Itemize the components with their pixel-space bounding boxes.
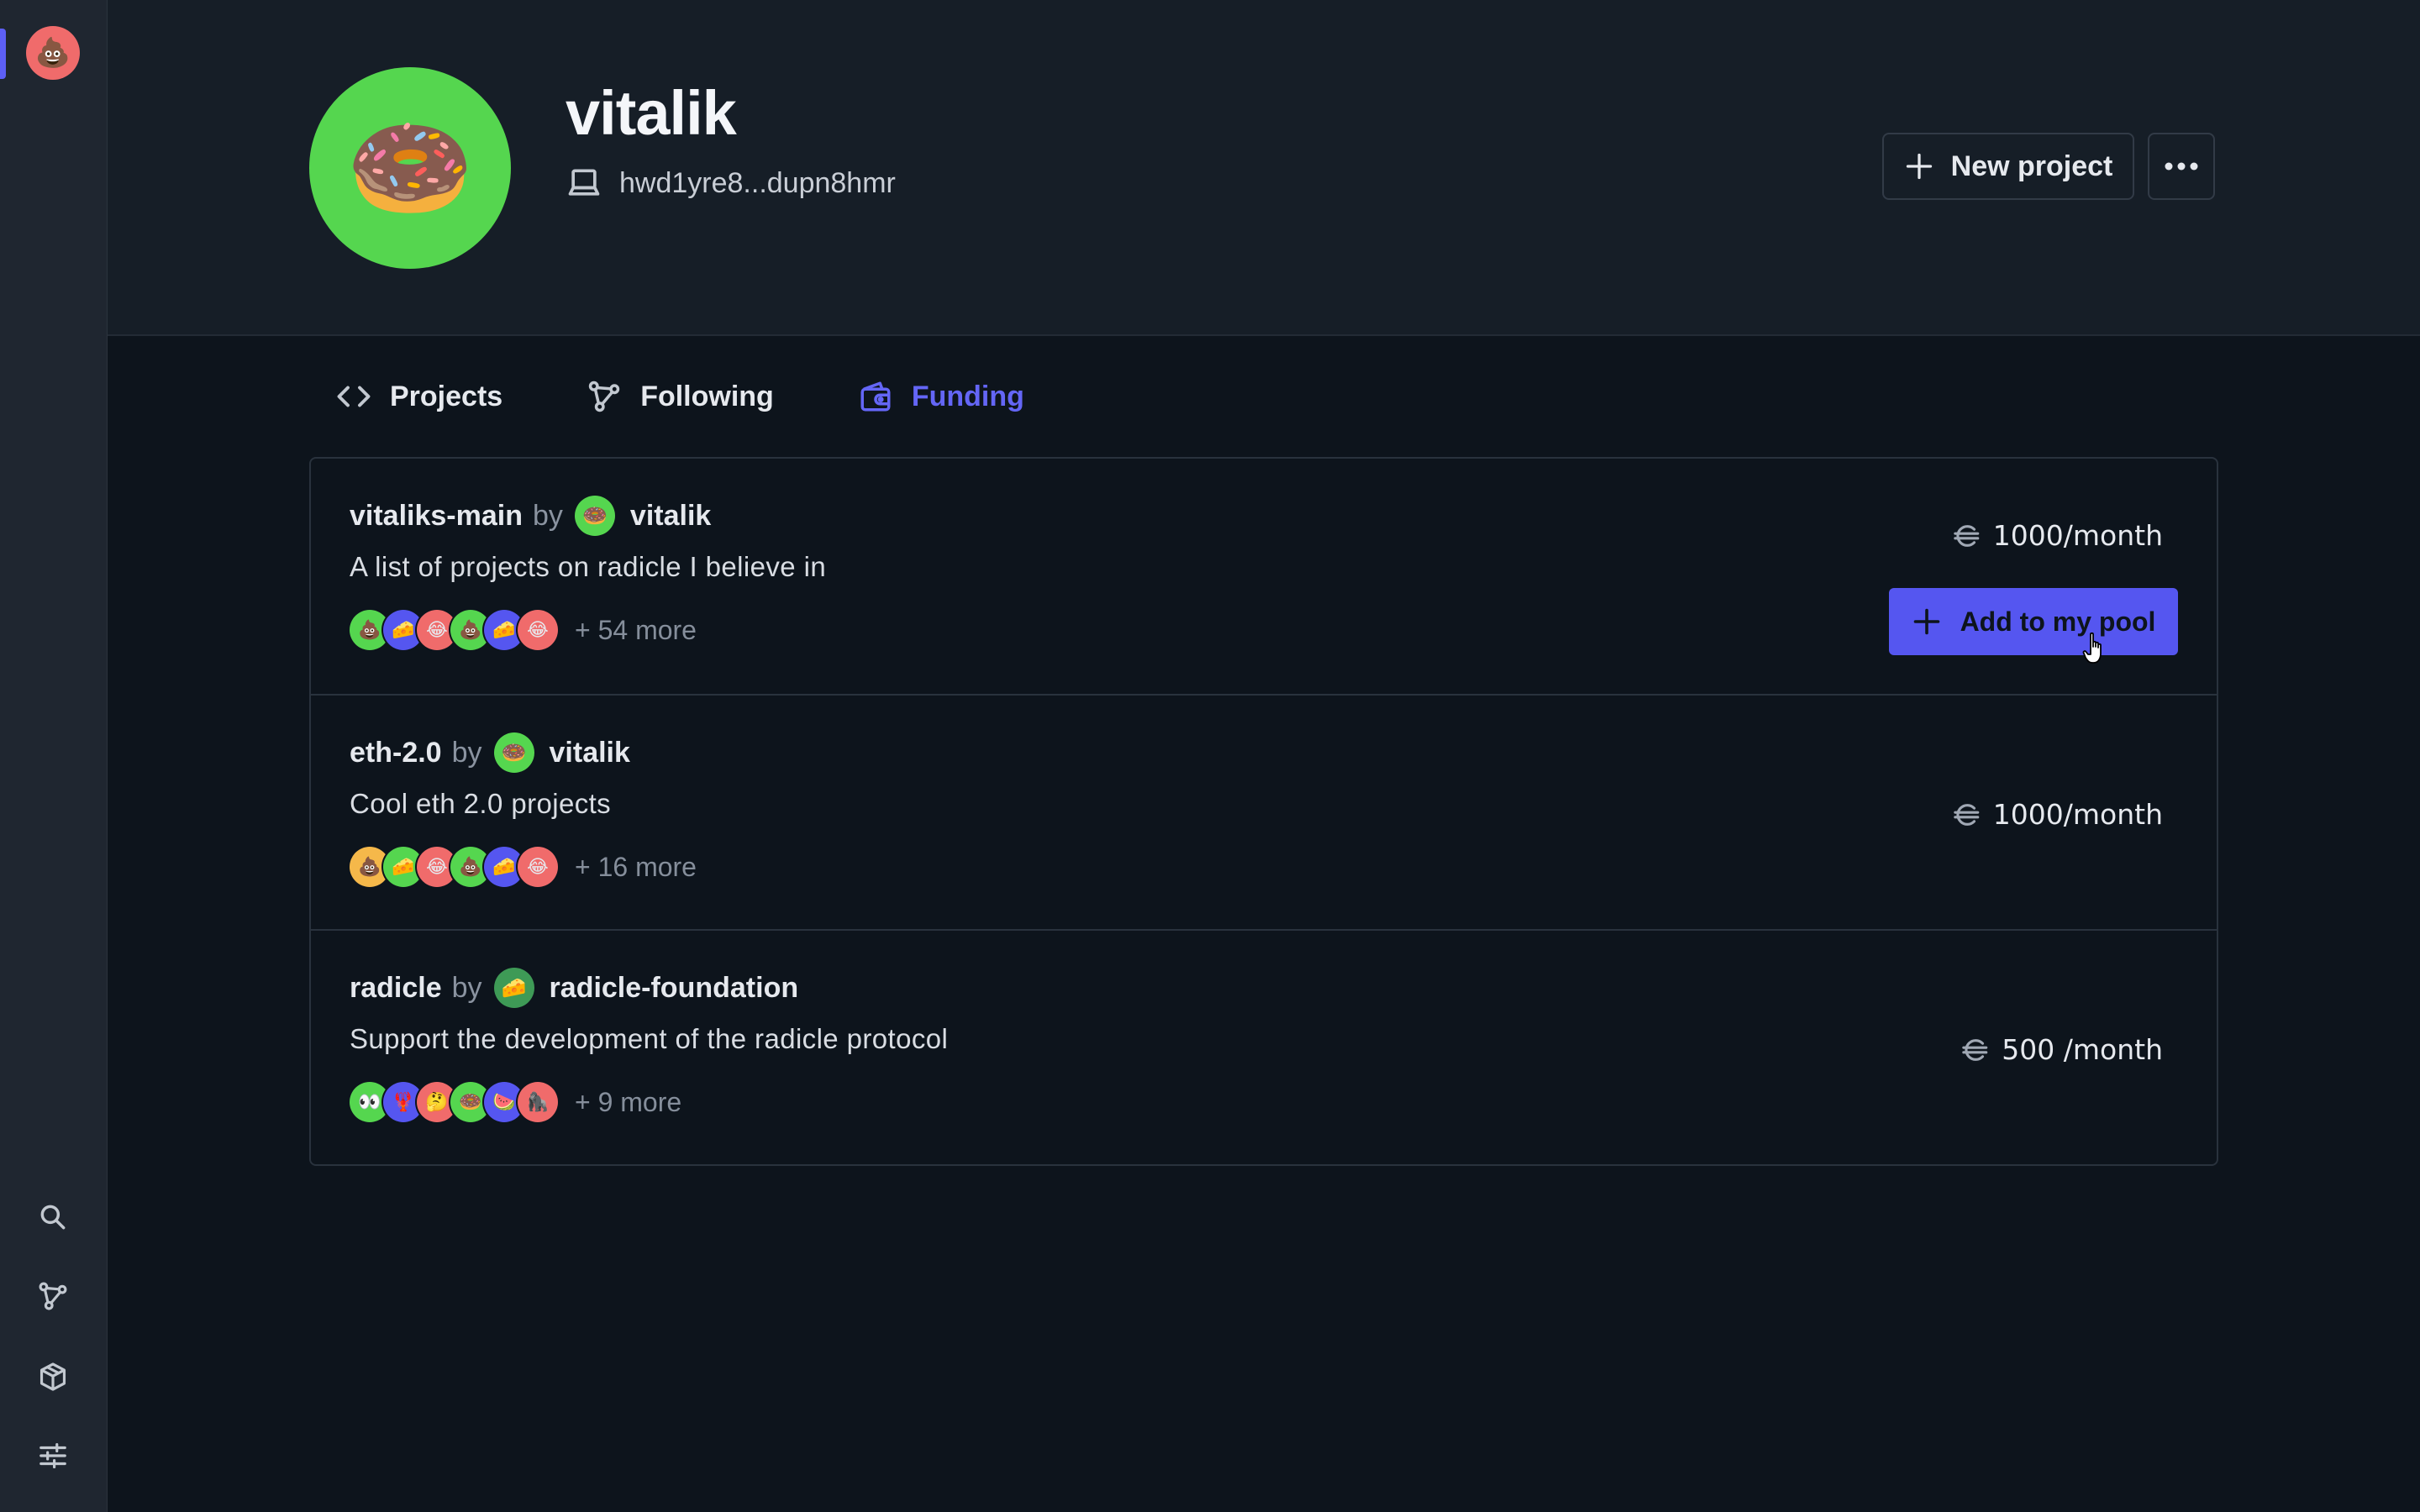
- pool-amount-value: 1000/month: [1992, 519, 2163, 552]
- owner-avatar-emoji: 🧀: [501, 976, 527, 1000]
- pool-description: A list of projects on radicle I believe …: [350, 551, 827, 582]
- currency-icon: [1954, 803, 1980, 826]
- funding-pools-list: vitaliks-main by 🍩 vitalik A list of pro…: [309, 457, 2218, 1166]
- laptop-icon: [568, 169, 600, 196]
- box-icon: [39, 1362, 66, 1391]
- member-avatars: 👀 🦞 🤔 🍩 🍉 🦍 + 9 more: [350, 1082, 681, 1122]
- pool-amount: 1000/month: [1953, 798, 2163, 831]
- user-avatar[interactable]: 💩: [26, 26, 80, 80]
- member-avatar: 😂: [518, 847, 558, 887]
- pool-name[interactable]: vitaliks-main: [350, 500, 523, 533]
- profile-header: 🍩 vitalik hwd1yre8...dupn8hmr New projec…: [108, 0, 2420, 336]
- pool-title: eth-2.0 by 🍩 vitalik: [350, 732, 630, 773]
- sidebar: 💩: [0, 0, 108, 1512]
- new-project-button[interactable]: New project: [1882, 133, 2134, 200]
- pool-title: vitaliks-main by 🍩 vitalik: [350, 496, 711, 536]
- more-members-count: + 16 more: [575, 851, 697, 882]
- list-item[interactable]: eth-2.0 by 🍩 vitalik Cool eth 2.0 projec…: [311, 694, 2217, 931]
- owner-avatar: 🍩: [574, 496, 615, 536]
- sidebar-packages-button[interactable]: [30, 1354, 76, 1399]
- code-icon: [337, 386, 371, 407]
- pool-amount: 500 /month: [1961, 1033, 2163, 1066]
- pool-name[interactable]: eth-2.0: [350, 737, 442, 769]
- member-avatar: 🦍: [518, 1082, 558, 1122]
- profile-avatar: 🍩: [309, 67, 511, 269]
- plus-icon: [1906, 153, 1932, 180]
- active-indicator: [0, 29, 6, 79]
- profile-avatar-emoji: 🍩: [346, 110, 474, 225]
- more-options-button[interactable]: [2148, 133, 2215, 200]
- by-label: by: [451, 971, 482, 1004]
- owner-name[interactable]: radicle-foundation: [550, 972, 799, 1005]
- by-label: by: [532, 499, 563, 532]
- plus-icon: [1913, 608, 1939, 635]
- profile-name: vitalik: [566, 78, 737, 148]
- add-to-my-pool-label: Add to my pool: [1960, 606, 2156, 637]
- tab-projects-label: Projects: [390, 380, 503, 412]
- sidebar-network-button[interactable]: [30, 1273, 76, 1319]
- hand-cursor-icon: [2082, 632, 2102, 664]
- member-avatars: 💩 🧀 😂 💩 🧀 😂 + 16 more: [350, 847, 697, 887]
- member-avatar: 😂: [518, 610, 558, 650]
- device-id[interactable]: hwd1yre8...dupn8hmr: [619, 167, 896, 200]
- sidebar-settings-button[interactable]: [30, 1433, 76, 1478]
- search-icon: [40, 1205, 66, 1230]
- pool-amount: 1000/month: [1953, 519, 2163, 552]
- wallet-icon: [860, 381, 891, 412]
- sidebar-search-button[interactable]: [30, 1194, 76, 1240]
- owner-avatar-emoji: 🍩: [581, 504, 608, 528]
- add-to-my-pool-button[interactable]: Add to my pool: [1889, 588, 2178, 655]
- pool-title: radicle by 🧀 radicle-foundation: [350, 968, 798, 1008]
- member-avatars: 💩 🧀 😂 💩 🧀 😂 + 54 more: [350, 610, 697, 650]
- tab-following-label: Following: [640, 380, 774, 412]
- new-project-label: New project: [1950, 150, 2113, 182]
- owner-avatar: 🍩: [493, 732, 534, 773]
- user-avatar-emoji: 💩: [34, 37, 71, 69]
- owner-name[interactable]: vitalik: [630, 500, 711, 533]
- pool-amount-value: 1000/month: [1992, 798, 2163, 831]
- currency-icon: [1962, 1038, 1988, 1061]
- more-members-count: + 9 more: [575, 1086, 682, 1117]
- tab-projects[interactable]: Projects: [336, 379, 502, 414]
- owner-avatar-emoji: 🍩: [501, 741, 527, 764]
- by-label: by: [451, 736, 482, 769]
- device-id-row: hwd1yre8...dupn8hmr: [566, 165, 896, 202]
- network-icon: [588, 381, 620, 412]
- ellipsis-icon: [2165, 162, 2198, 171]
- tab-following[interactable]: Following: [587, 379, 774, 414]
- pool-description: Support the development of the radicle p…: [350, 1023, 949, 1054]
- pool-name[interactable]: radicle: [350, 972, 442, 1005]
- profile-tabs: Projects Following Funding: [336, 370, 1024, 423]
- owner-avatar: 🧀: [493, 968, 534, 1008]
- tab-funding-label: Funding: [911, 380, 1024, 412]
- currency-icon: [1954, 524, 1980, 547]
- list-item[interactable]: radicle by 🧀 radicle-foundation Support …: [311, 929, 2217, 1166]
- owner-name[interactable]: vitalik: [550, 737, 630, 769]
- tab-funding[interactable]: Funding: [858, 379, 1024, 414]
- settings-sliders-icon: [39, 1442, 66, 1469]
- more-members-count: + 54 more: [575, 614, 697, 645]
- network-icon: [39, 1282, 67, 1310]
- pool-amount-value: 500 /month: [2002, 1033, 2163, 1066]
- list-item[interactable]: vitaliks-main by 🍩 vitalik A list of pro…: [311, 459, 2217, 694]
- pool-description: Cool eth 2.0 projects: [350, 788, 612, 819]
